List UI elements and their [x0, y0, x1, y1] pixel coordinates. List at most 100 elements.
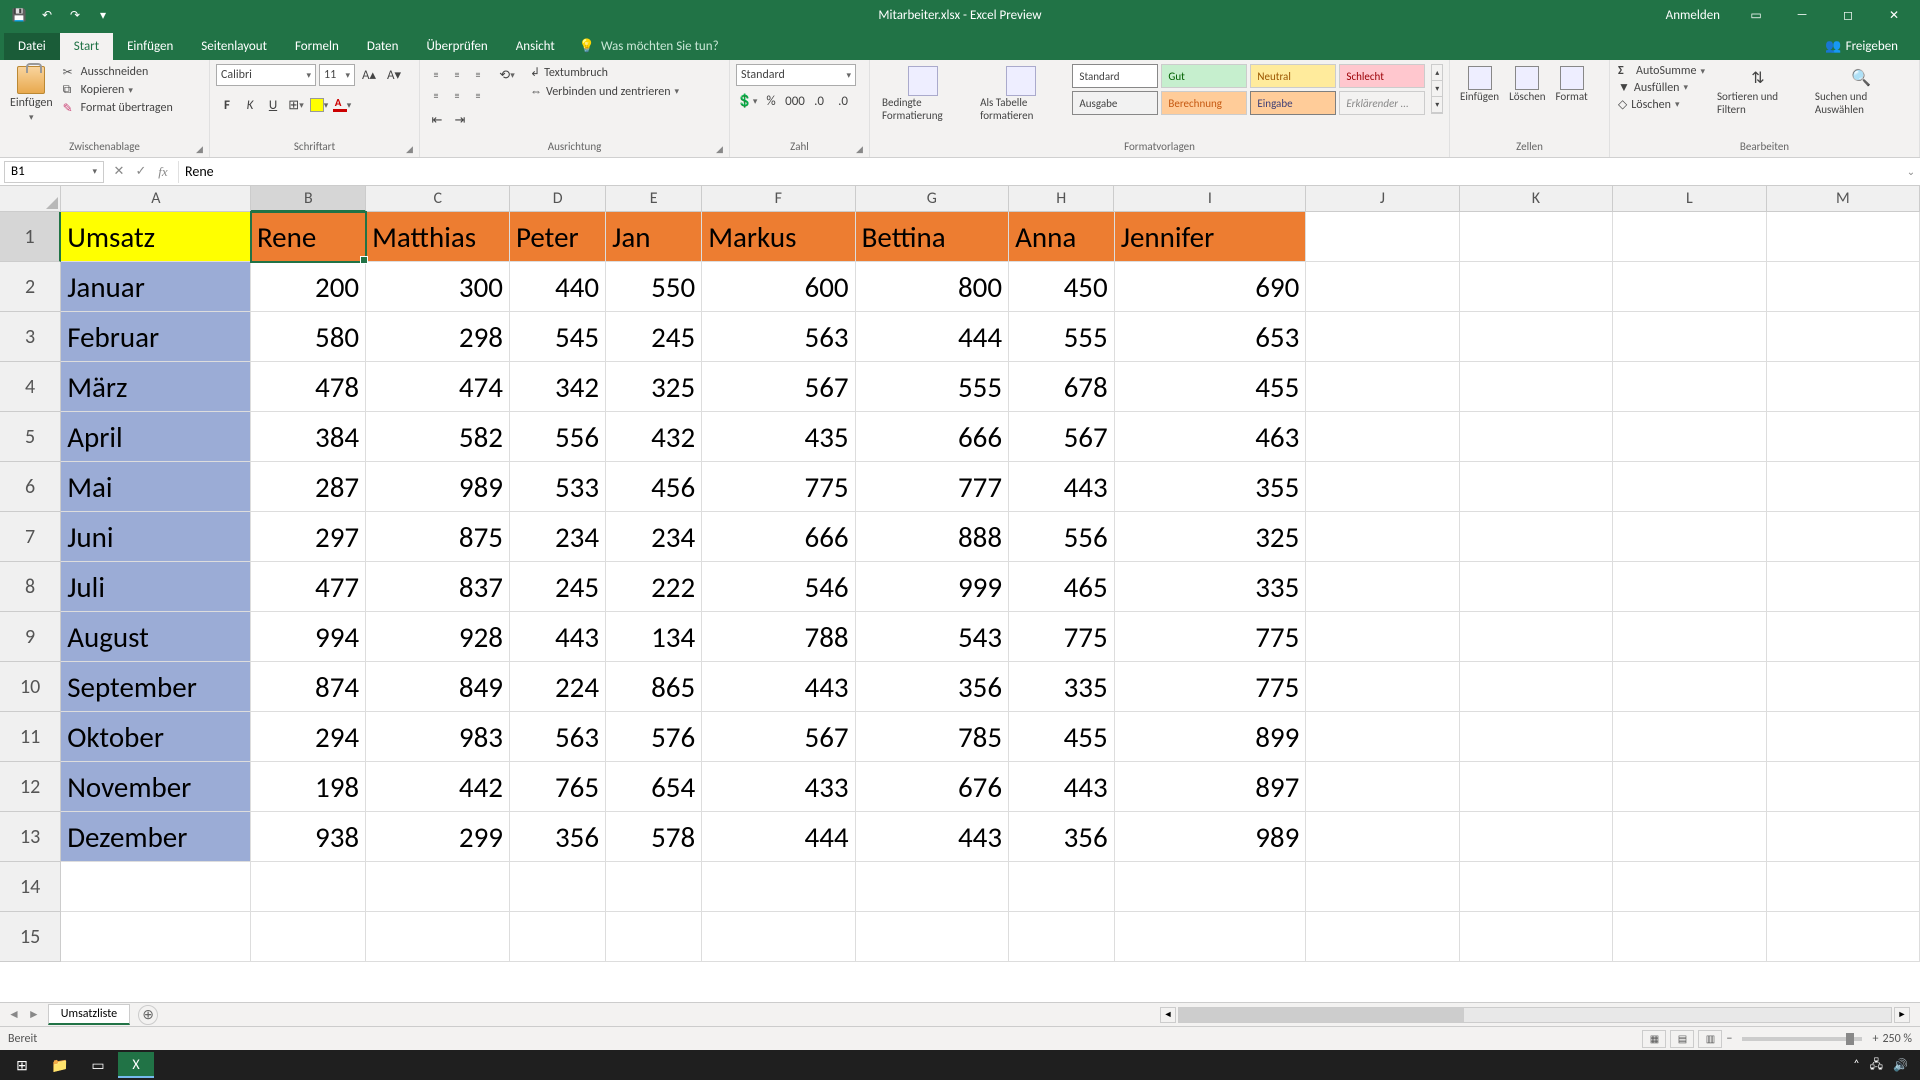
cell-H3[interactable]: 555	[1009, 312, 1115, 362]
style-eingabe[interactable]: Eingabe	[1250, 91, 1336, 115]
cell-M5[interactable]	[1767, 412, 1920, 462]
decrease-indent-button[interactable]: ⇤	[426, 109, 448, 131]
row-header-4[interactable]: 4	[0, 362, 61, 412]
cell-J9[interactable]	[1306, 612, 1459, 662]
cell-G1[interactable]: Bettina	[856, 212, 1009, 262]
cell-A11[interactable]: Oktober	[61, 712, 251, 762]
cell-B6[interactable]: 287	[251, 462, 366, 512]
cell-G13[interactable]: 443	[856, 812, 1009, 862]
cell-A13[interactable]: Dezember	[61, 812, 251, 862]
font-launcher-icon[interactable]: ◢	[406, 144, 416, 154]
cell-J1[interactable]	[1306, 212, 1459, 262]
cell-A4[interactable]: März	[61, 362, 251, 412]
row-header-14[interactable]: 14	[0, 862, 61, 912]
insert-cells-button[interactable]: Einfügen	[1456, 64, 1503, 105]
format-painter-button[interactable]: ✎Format übertragen	[61, 100, 175, 116]
cell-D10[interactable]: 224	[510, 662, 606, 712]
cell-D7[interactable]: 234	[510, 512, 606, 562]
tab-formulas[interactable]: Formeln	[281, 33, 353, 60]
col-header-F[interactable]: F	[702, 186, 855, 212]
sign-in-button[interactable]: Anmelden	[1654, 8, 1732, 23]
cell-C10[interactable]: 849	[366, 662, 510, 712]
tab-file[interactable]: Datei	[4, 33, 60, 60]
col-header-E[interactable]: E	[606, 186, 702, 212]
cell-B7[interactable]: 297	[251, 512, 366, 562]
cell-L3[interactable]	[1613, 312, 1766, 362]
format-as-table-button[interactable]: Als Tabelle formatieren	[974, 64, 1068, 124]
cell-E6[interactable]: 456	[606, 462, 702, 512]
fill-color-button[interactable]: ▾	[308, 94, 330, 116]
cell-E8[interactable]: 222	[606, 562, 702, 612]
cell-L7[interactable]	[1613, 512, 1766, 562]
autosum-button[interactable]: ΣAutoSumme▾	[1616, 64, 1707, 78]
cell-K6[interactable]	[1460, 462, 1613, 512]
cell-L15[interactable]	[1613, 912, 1766, 962]
cell-F1[interactable]: Markus	[702, 212, 855, 262]
tray-volume-icon[interactable]: 🔊	[1893, 1058, 1908, 1073]
cell-G11[interactable]: 785	[856, 712, 1009, 762]
excel-taskbar-icon[interactable]: X	[118, 1052, 154, 1078]
row-header-2[interactable]: 2	[0, 262, 61, 312]
hscroll-right-icon[interactable]: ►	[1894, 1007, 1910, 1023]
cell-H14[interactable]	[1009, 862, 1115, 912]
horizontal-scrollbar[interactable]	[1178, 1007, 1892, 1023]
tab-pagelayout[interactable]: Seitenlayout	[187, 33, 281, 60]
cell-F3[interactable]: 563	[702, 312, 855, 362]
cell-G3[interactable]: 444	[856, 312, 1009, 362]
share-button[interactable]: 👥 Freigeben	[1811, 33, 1912, 60]
tell-me-search[interactable]: 💡 Was möchten Sie tun?	[569, 33, 729, 60]
cell-E11[interactable]: 576	[606, 712, 702, 762]
formula-input[interactable]: Rene	[178, 161, 1902, 183]
cell-M8[interactable]	[1767, 562, 1920, 612]
cell-M13[interactable]	[1767, 812, 1920, 862]
cell-B4[interactable]: 478	[251, 362, 366, 412]
cell-B11[interactable]: 294	[251, 712, 366, 762]
style-gut[interactable]: Gut	[1161, 64, 1247, 88]
zoom-level[interactable]: 250 %	[1882, 1032, 1912, 1046]
cell-B5[interactable]: 384	[251, 412, 366, 462]
cell-K7[interactable]	[1460, 512, 1613, 562]
cell-A10[interactable]: September	[61, 662, 251, 712]
cell-L4[interactable]	[1613, 362, 1766, 412]
insert-function-icon[interactable]: fx	[152, 161, 174, 183]
font-size-select[interactable]: 11▾	[319, 64, 355, 86]
italic-button[interactable]: K	[239, 94, 261, 116]
normal-view-icon[interactable]: ▦	[1642, 1030, 1666, 1048]
col-header-A[interactable]: A	[61, 186, 251, 212]
cell-F6[interactable]: 775	[702, 462, 855, 512]
cell-I9[interactable]: 775	[1115, 612, 1307, 662]
cell-L12[interactable]	[1613, 762, 1766, 812]
cell-L6[interactable]	[1613, 462, 1766, 512]
undo-icon[interactable]: ↶	[34, 3, 60, 27]
col-header-L[interactable]: L	[1613, 186, 1766, 212]
cell-E5[interactable]: 432	[606, 412, 702, 462]
cell-L5[interactable]	[1613, 412, 1766, 462]
cell-K14[interactable]	[1460, 862, 1613, 912]
cell-F8[interactable]: 546	[702, 562, 855, 612]
find-select-button[interactable]: 🔍Suchen und Auswählen	[1809, 64, 1913, 118]
row-header-6[interactable]: 6	[0, 462, 61, 512]
cell-B3[interactable]: 580	[251, 312, 366, 362]
save-icon[interactable]: 💾	[6, 3, 32, 27]
cell-H4[interactable]: 678	[1009, 362, 1115, 412]
cell-H11[interactable]: 455	[1009, 712, 1115, 762]
cell-B1[interactable]: Rene	[251, 212, 366, 262]
cell-I13[interactable]: 989	[1115, 812, 1307, 862]
ribbon-options-icon[interactable]: ▭	[1734, 3, 1778, 27]
font-name-select[interactable]: Calibri▾	[216, 64, 316, 86]
cell-K4[interactable]	[1460, 362, 1613, 412]
page-break-view-icon[interactable]: ▥	[1698, 1030, 1722, 1048]
cell-I14[interactable]	[1115, 862, 1307, 912]
cell-H1[interactable]: Anna	[1009, 212, 1115, 262]
cell-A5[interactable]: April	[61, 412, 251, 462]
cell-K9[interactable]	[1460, 612, 1613, 662]
cell-J11[interactable]	[1306, 712, 1459, 762]
cut-button[interactable]: ✂Ausschneiden	[61, 64, 175, 80]
cancel-formula-icon[interactable]: ✕	[108, 161, 130, 183]
col-header-M[interactable]: M	[1767, 186, 1920, 212]
cell-J13[interactable]	[1306, 812, 1459, 862]
row-header-12[interactable]: 12	[0, 762, 61, 812]
cell-J6[interactable]	[1306, 462, 1459, 512]
decrease-font-icon[interactable]: A▾	[383, 64, 405, 86]
cell-C13[interactable]: 299	[366, 812, 510, 862]
